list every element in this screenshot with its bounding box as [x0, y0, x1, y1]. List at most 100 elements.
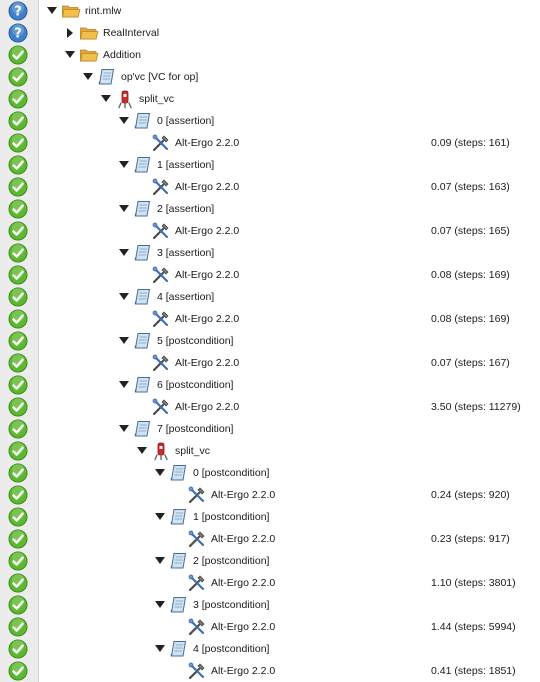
- expanded-arrow-icon[interactable]: [154, 556, 166, 566]
- node-label: 4 [postcondition]: [193, 643, 270, 655]
- tree-row[interactable]: Alt-Ergo 2.2.0 0.07 (steps: 167): [0, 352, 540, 374]
- tree-row[interactable]: 0 [postcondition]: [0, 462, 540, 484]
- prover-tools-icon: [187, 485, 207, 505]
- goal-scroll-icon: [133, 331, 153, 351]
- prover-tools-icon: [187, 617, 207, 637]
- expanded-arrow-icon[interactable]: [118, 336, 130, 346]
- tree-row[interactable]: Alt-Ergo 2.2.0 0.23 (steps: 917): [0, 528, 540, 550]
- tree-row[interactable]: 3 [assertion]: [0, 242, 540, 264]
- svg-text:?: ?: [14, 27, 22, 42]
- tree-row[interactable]: Alt-Ergo 2.2.0 1.10 (steps: 3801): [0, 572, 540, 594]
- node-label: Alt-Ergo 2.2.0: [175, 401, 240, 413]
- proved-status-icon: [8, 67, 28, 87]
- folder-icon: [79, 45, 99, 65]
- proof-time: 0.07 (steps: 165): [431, 225, 510, 237]
- expanded-arrow-icon[interactable]: [118, 160, 130, 170]
- proved-status-icon: [8, 353, 28, 373]
- proved-status-icon: [8, 45, 28, 65]
- expanded-arrow-icon[interactable]: [136, 446, 148, 456]
- proved-status-icon: [8, 485, 28, 505]
- goal-scroll-icon: [133, 155, 153, 175]
- tree-row[interactable]: 5 [postcondition]: [0, 330, 540, 352]
- tree-row[interactable]: ? rint.mlw: [0, 0, 540, 22]
- tree-row[interactable]: ? RealInterval: [0, 22, 540, 44]
- node-label: Alt-Ergo 2.2.0: [175, 269, 240, 281]
- node-label: 7 [postcondition]: [157, 423, 234, 435]
- expanded-arrow-icon[interactable]: [118, 204, 130, 214]
- prover-tools-icon: [151, 177, 171, 197]
- expanded-arrow-icon[interactable]: [118, 292, 130, 302]
- prover-tools-icon: [151, 353, 171, 373]
- node-label: op'vc [VC for op]: [121, 71, 199, 83]
- tree-row[interactable]: Alt-Ergo 2.2.0 0.07 (steps: 165): [0, 220, 540, 242]
- proved-status-icon: [8, 419, 28, 439]
- tree-row[interactable]: Alt-Ergo 2.2.0 0.09 (steps: 161): [0, 132, 540, 154]
- node-label: 2 [assertion]: [157, 203, 215, 215]
- node-label: Alt-Ergo 2.2.0: [175, 357, 240, 369]
- tree-row[interactable]: Alt-Ergo 2.2.0 0.07 (steps: 163): [0, 176, 540, 198]
- tree-row[interactable]: op'vc [VC for op]: [0, 66, 540, 88]
- node-label: 1 [assertion]: [157, 159, 215, 171]
- expanded-arrow-icon[interactable]: [64, 50, 76, 60]
- expanded-arrow-icon[interactable]: [118, 424, 130, 434]
- expanded-arrow-icon[interactable]: [118, 116, 130, 126]
- node-label: split_vc: [139, 93, 175, 105]
- tree-row[interactable]: split_vc: [0, 440, 540, 462]
- proved-status-icon: [8, 89, 28, 109]
- tree-row[interactable]: Alt-Ergo 2.2.0 1.44 (steps: 5994): [0, 616, 540, 638]
- tree-row[interactable]: split_vc: [0, 88, 540, 110]
- expanded-arrow-icon[interactable]: [118, 380, 130, 390]
- expanded-arrow-icon[interactable]: [100, 94, 112, 104]
- tree-row[interactable]: 1 [postcondition]: [0, 506, 540, 528]
- expanded-arrow-icon[interactable]: [82, 72, 94, 82]
- proof-time: 3.50 (steps: 11279): [431, 401, 521, 413]
- tree-row[interactable]: 3 [postcondition]: [0, 594, 540, 616]
- proved-status-icon: [8, 463, 28, 483]
- tree-row[interactable]: 4 [assertion]: [0, 286, 540, 308]
- expanded-arrow-icon[interactable]: [154, 600, 166, 610]
- node-label: rint.mlw: [85, 5, 122, 17]
- proved-status-icon: [8, 265, 28, 285]
- node-label: Alt-Ergo 2.2.0: [175, 225, 240, 237]
- proved-status-icon: [8, 133, 28, 153]
- tree-row[interactable]: 1 [assertion]: [0, 154, 540, 176]
- transformation-icon: [115, 89, 135, 109]
- expanded-arrow-icon[interactable]: [154, 512, 166, 522]
- expanded-arrow-icon[interactable]: [154, 468, 166, 478]
- tree-row[interactable]: Alt-Ergo 2.2.0 3.50 (steps: 11279): [0, 396, 540, 418]
- tree-row[interactable]: Addition: [0, 44, 540, 66]
- proved-status-icon: [8, 199, 28, 219]
- tree-row[interactable]: Alt-Ergo 2.2.0 0.41 (steps: 1851): [0, 660, 540, 682]
- goal-scroll-icon: [133, 199, 153, 219]
- tree-row[interactable]: 0 [assertion]: [0, 110, 540, 132]
- goal-scroll-icon: [133, 111, 153, 131]
- proof-time: 0.09 (steps: 161): [431, 137, 510, 149]
- node-label: 6 [postcondition]: [157, 379, 234, 391]
- proved-status-icon: [8, 441, 28, 461]
- node-label: 0 [postcondition]: [193, 467, 270, 479]
- goal-scroll-icon: [97, 67, 117, 87]
- tree-row[interactable]: Alt-Ergo 2.2.0 0.08 (steps: 169): [0, 264, 540, 286]
- tree-row[interactable]: Alt-Ergo 2.2.0 0.08 (steps: 169): [0, 308, 540, 330]
- prover-tools-icon: [151, 265, 171, 285]
- tree-row[interactable]: 2 [assertion]: [0, 198, 540, 220]
- transformation-icon: [151, 441, 171, 461]
- tree-row[interactable]: Alt-Ergo 2.2.0 0.24 (steps: 920): [0, 484, 540, 506]
- expanded-arrow-icon[interactable]: [154, 644, 166, 654]
- collapsed-arrow-icon[interactable]: [64, 28, 76, 38]
- tree-row[interactable]: 2 [postcondition]: [0, 550, 540, 572]
- proved-status-icon: [8, 221, 28, 241]
- expanded-arrow-icon[interactable]: [46, 6, 58, 16]
- goal-scroll-icon: [169, 639, 189, 659]
- proved-status-icon: [8, 111, 28, 131]
- node-label: 4 [assertion]: [157, 291, 215, 303]
- proof-time: 1.10 (steps: 3801): [431, 577, 516, 589]
- node-label: Addition: [103, 49, 141, 61]
- tree-row[interactable]: 6 [postcondition]: [0, 374, 540, 396]
- tree-row[interactable]: 7 [postcondition]: [0, 418, 540, 440]
- expanded-arrow-icon[interactable]: [118, 248, 130, 258]
- tree-row[interactable]: 4 [postcondition]: [0, 638, 540, 660]
- node-label: Alt-Ergo 2.2.0: [211, 665, 276, 677]
- proved-status-icon: [8, 309, 28, 329]
- proved-status-icon: [8, 529, 28, 549]
